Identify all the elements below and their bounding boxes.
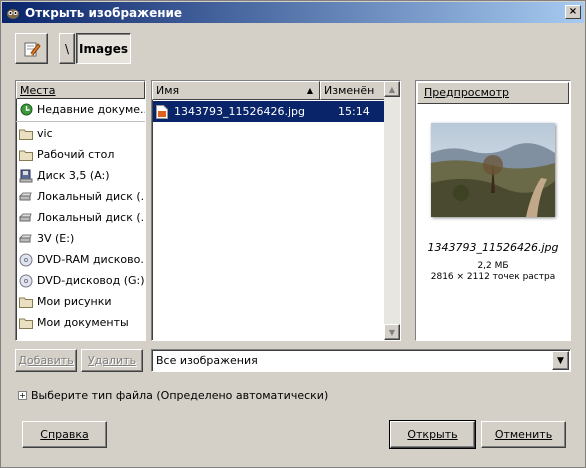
folder-icon [19, 127, 33, 141]
file-filter-select[interactable]: Все изображения ▼ [151, 349, 571, 372]
place-my-pictures[interactable]: Мои рисунки [16, 291, 145, 312]
place-vic[interactable]: vic [16, 123, 145, 144]
preview-filename: 1343793_11526426.jpg [427, 241, 559, 254]
hard-drive-icon [19, 190, 33, 204]
image-file-icon [156, 104, 170, 119]
place-local-disk-1[interactable]: Локальный диск (... [16, 186, 145, 207]
remove-bookmark-button[interactable]: Удалить [81, 349, 143, 372]
arrow-up-icon: ▲ [388, 84, 396, 94]
open-button[interactable]: Открыть [389, 420, 476, 449]
floppy-drive-icon [19, 169, 33, 183]
place-local-disk-2[interactable]: Локальный диск (... [16, 207, 145, 228]
file-list-scrollbar[interactable]: ▲ ▼ [384, 81, 400, 340]
file-modified: 15:14 [338, 105, 370, 118]
place-my-documents[interactable]: Мои документы [16, 312, 145, 333]
title-bar: Открыть изображение × [2, 2, 584, 23]
sort-ascending-icon: ▲ [306, 86, 313, 95]
path-current-folder-button[interactable]: Images [76, 33, 131, 64]
arrow-down-icon: ▼ [388, 327, 396, 337]
places-header[interactable]: Места [16, 81, 145, 99]
place-dvd-ram[interactable]: DVD-RAM дисково... [16, 249, 145, 270]
chevron-down-icon: ▼ [557, 355, 564, 366]
window-title: Открыть изображение [25, 5, 183, 20]
path-root-button[interactable]: \ [59, 33, 75, 64]
expand-plus-icon: + [18, 391, 27, 400]
help-button[interactable]: Справка [22, 421, 107, 448]
folder-icon [19, 148, 33, 162]
file-row[interactable]: 1343793_11526426.jpg 15:14 [153, 101, 385, 122]
scroll-up-button[interactable]: ▲ [384, 81, 400, 97]
dropdown-button[interactable]: ▼ [552, 351, 569, 370]
place-floppy[interactable]: Диск 3,5 (A:) [16, 165, 145, 186]
close-button[interactable]: × [565, 5, 581, 19]
preview-panel: Предпросмотр 1343793_11526426.jpg 2,2 МБ… [415, 80, 571, 341]
column-modified-header[interactable]: Изменён [320, 81, 385, 100]
cancel-button[interactable]: Отменить [481, 421, 566, 448]
gimp-app-icon [7, 8, 19, 19]
add-bookmark-button[interactable]: Добавить [15, 349, 77, 372]
folder-icon [19, 316, 33, 330]
preview-thumbnail [431, 123, 555, 217]
dvd-drive-icon [19, 274, 33, 288]
file-type-label: Выберите тип файла (Определено автоматич… [31, 389, 329, 402]
places-divider [16, 121, 145, 122]
preview-dimensions: 2816 × 2112 точек растра [430, 272, 556, 282]
hard-drive-icon [19, 211, 33, 225]
folder-icon [19, 295, 33, 309]
open-image-dialog: Открыть изображение × \ Images Места Нед… [0, 0, 586, 468]
place-desktop[interactable]: Рабочий стол [16, 144, 145, 165]
recent-icon [19, 103, 33, 117]
file-list: Имя ▲ Изменён 1343793_11526426.jpg 15:14… [151, 80, 401, 341]
places-panel: Места Недавние докуме... vic Рабочий сто… [15, 80, 146, 341]
preview-filesize: 2,2 МБ [477, 261, 509, 271]
place-dvd-g[interactable]: DVD-дисковод (G:) [16, 270, 145, 291]
place-recent[interactable]: Недавние докуме... [16, 99, 145, 120]
place-3v[interactable]: 3V (E:) [16, 228, 145, 249]
hard-drive-icon [19, 232, 33, 246]
preview-header: Предпросмотр [417, 82, 569, 104]
file-type-expander[interactable]: + Выберите тип файла (Определено автомат… [18, 389, 328, 402]
dvd-drive-icon [19, 253, 33, 267]
file-list-header: Имя ▲ Изменён [152, 81, 385, 100]
pencil-paper-icon [24, 42, 41, 56]
column-name-header[interactable]: Имя ▲ [152, 81, 320, 100]
file-name: 1343793_11526426.jpg [174, 105, 305, 118]
type-location-button[interactable] [15, 33, 48, 64]
scroll-down-button[interactable]: ▼ [384, 324, 400, 340]
